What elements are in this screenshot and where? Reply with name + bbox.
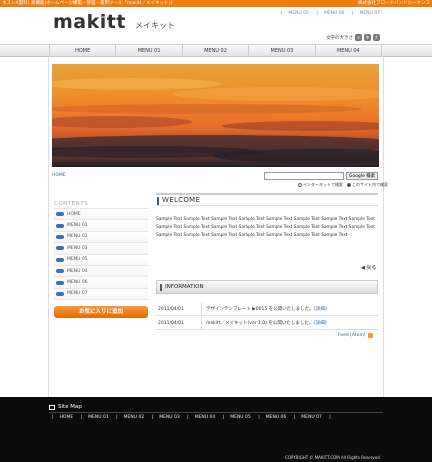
search-scope: インターネットで検索 このサイト内で検索 [298,182,388,188]
sidebar-item-label: MENU 02 [67,234,88,240]
radio-web-label: インターネットで検索 [303,182,343,187]
news-text: makitt／メイキット(ver 1.0) を公開いたしました。 [206,321,314,326]
global-nav: HOME MENU 01 MENU 02 MENU 03 MENU 04 [0,44,432,57]
sitemap-label: Site Map [58,404,82,410]
header-link-menu05[interactable]: MENU 05 [288,11,309,16]
sidebar-item-menu01[interactable]: MENU 01 [54,220,148,232]
sitemap-heading: Site Map [49,404,82,410]
sidebar-item-menu05[interactable]: MENU 05 [54,254,148,266]
sidebar-item-menu02[interactable]: MENU 02 [54,231,148,244]
bullet-icon [56,246,64,251]
header-link-menu06[interactable]: MENU 06 [324,11,345,16]
bullet-icon [56,269,64,274]
footer-link-menu07[interactable]: MENU 07 [301,415,322,420]
site-logo[interactable]: makitt メイキット [53,11,175,33]
news-date: 2011/04/01 [156,303,202,315]
footer-link-home[interactable]: HOME [60,415,74,420]
footer-link-menu04[interactable]: MENU 04 [195,415,216,420]
sidebar-item-label: MENU 06 [67,280,88,286]
add-favorite-button[interactable]: お気に入りに追加 [54,306,148,318]
news-text: デザインテンプレート ▶0015 を公開いたしました。 [206,307,314,312]
footer-link-menu01[interactable]: MENU 01 [88,415,109,420]
radio-site-label: このサイト内で検索 [352,182,388,187]
bullet-icon [56,212,64,217]
radio-web[interactable] [298,183,302,187]
title-bar-marker [160,284,162,291]
sidebar-item-label: HOME [67,211,81,217]
bullet-icon [56,280,64,285]
nav-menu02[interactable]: MENU 02 [181,45,248,57]
nav-menu01[interactable]: MENU 01 [115,45,181,57]
footer-link-menu05[interactable]: MENU 05 [230,415,251,420]
feed-label: Feed (Atom) [338,333,366,338]
top-bar-text: ホスト/(無料) 高機能(ホームページ構築・管理・運用ツール「makitt／メイ… [2,1,173,6]
hero-image [52,64,379,167]
header-link-menu07[interactable]: MENU 07 [359,11,380,16]
logo-kana: メイキット [135,21,176,30]
logo-text: makitt [53,11,126,33]
nav-home[interactable]: HOME [49,45,115,57]
sidebar-item-menu06[interactable]: MENU 06 [54,277,148,289]
back-link[interactable]: ◀ 戻る [361,264,376,271]
font-size-control: 文字の大きさ 小 中 大 [326,34,380,41]
news-detail-link[interactable]: 《詳細》 [313,321,329,326]
font-medium-button[interactable]: 中 [364,34,371,41]
sidebar-menu: HOME MENU 01 MENU 02 MENU 03 MENU 05 MEN… [54,209,148,301]
information-heading: INFORMATION [156,280,378,294]
divider [49,412,383,413]
google-search-button[interactable]: Google 検索 [346,172,378,180]
news-row: 2011/04/01 makitt／メイキット(ver 1.0) を公開いたしま… [156,317,378,330]
page-title: WELCOME [162,196,201,204]
sidebar-item-home[interactable]: HOME [54,209,148,221]
sidebar-item-label: MENU 03 [67,245,88,251]
bullet-icon [56,291,64,296]
footer-links: | HOME | MENU 01 | MENU 02 | MENU 03 | MENU 0… [52,415,331,420]
sidebar-item-label: MENU 04 [67,268,88,274]
feed-link[interactable]: Feed (Atom) [338,333,373,338]
sidebar-item-menu04[interactable]: MENU 04 [54,265,148,278]
information-title: INFORMATION [165,284,204,290]
footer: Site Map | HOME | MENU 01 | MENU 02 | MENU 0… [0,397,432,462]
news-row: 2011/04/01 デザインテンプレート ▶0015 を公開いたしました。《詳… [156,303,378,316]
news-date: 2011/04/01 [156,317,202,329]
header-menu-links: | MENU 05 | MENU 06 | MENU 07 [280,11,380,16]
sidebar-item-label: MENU 07 [67,291,88,297]
search-box: Google 検索 [264,172,380,181]
rss-icon [367,333,373,338]
sunset-sky-image [52,64,379,167]
footer-link-menu03[interactable]: MENU 03 [159,415,180,420]
content-title: WELCOME [156,193,378,206]
news-detail-link[interactable]: 《詳細》 [314,307,330,312]
sidebar-item-label: MENU 01 [67,223,88,229]
sidebar-item-label: MENU 05 [67,257,88,263]
sidebar-item-menu07[interactable]: MENU 07 [54,288,148,301]
copyright: COPYRIGHT © MAKITT.COM All Rights Reserv… [284,455,381,460]
radio-site[interactable] [347,183,351,187]
title-bar-marker [157,197,159,205]
bullet-icon [56,234,64,239]
font-large-button[interactable]: 大 [373,34,380,41]
sidebar-heading: CONTENTS [54,201,89,207]
top-bar: ホスト/(無料) 高機能(ホームページ構築・管理・運用ツール「makitt／メイ… [0,0,432,7]
company-link[interactable]: 株式会社ブロードバンドシーケンス [358,0,430,7]
sitemap-icon [49,404,55,410]
footer-link-menu06[interactable]: MENU 06 [266,415,287,420]
footer-link-menu02[interactable]: MENU 02 [124,415,145,420]
font-size-label: 文字の大きさ [326,35,353,41]
font-small-button[interactable]: 小 [355,34,362,41]
sidebar-item-menu03[interactable]: MENU 03 [54,243,148,255]
search-input[interactable] [264,172,344,180]
body-text: Sample Text Sample Text Sample Text Samp… [156,217,375,239]
breadcrumb[interactable]: HOME [52,173,66,178]
nav-menu03[interactable]: MENU 03 [248,45,314,57]
bullet-icon [56,257,64,262]
nav-menu04[interactable]: MENU 04 [314,45,383,57]
bullet-icon [56,223,64,228]
